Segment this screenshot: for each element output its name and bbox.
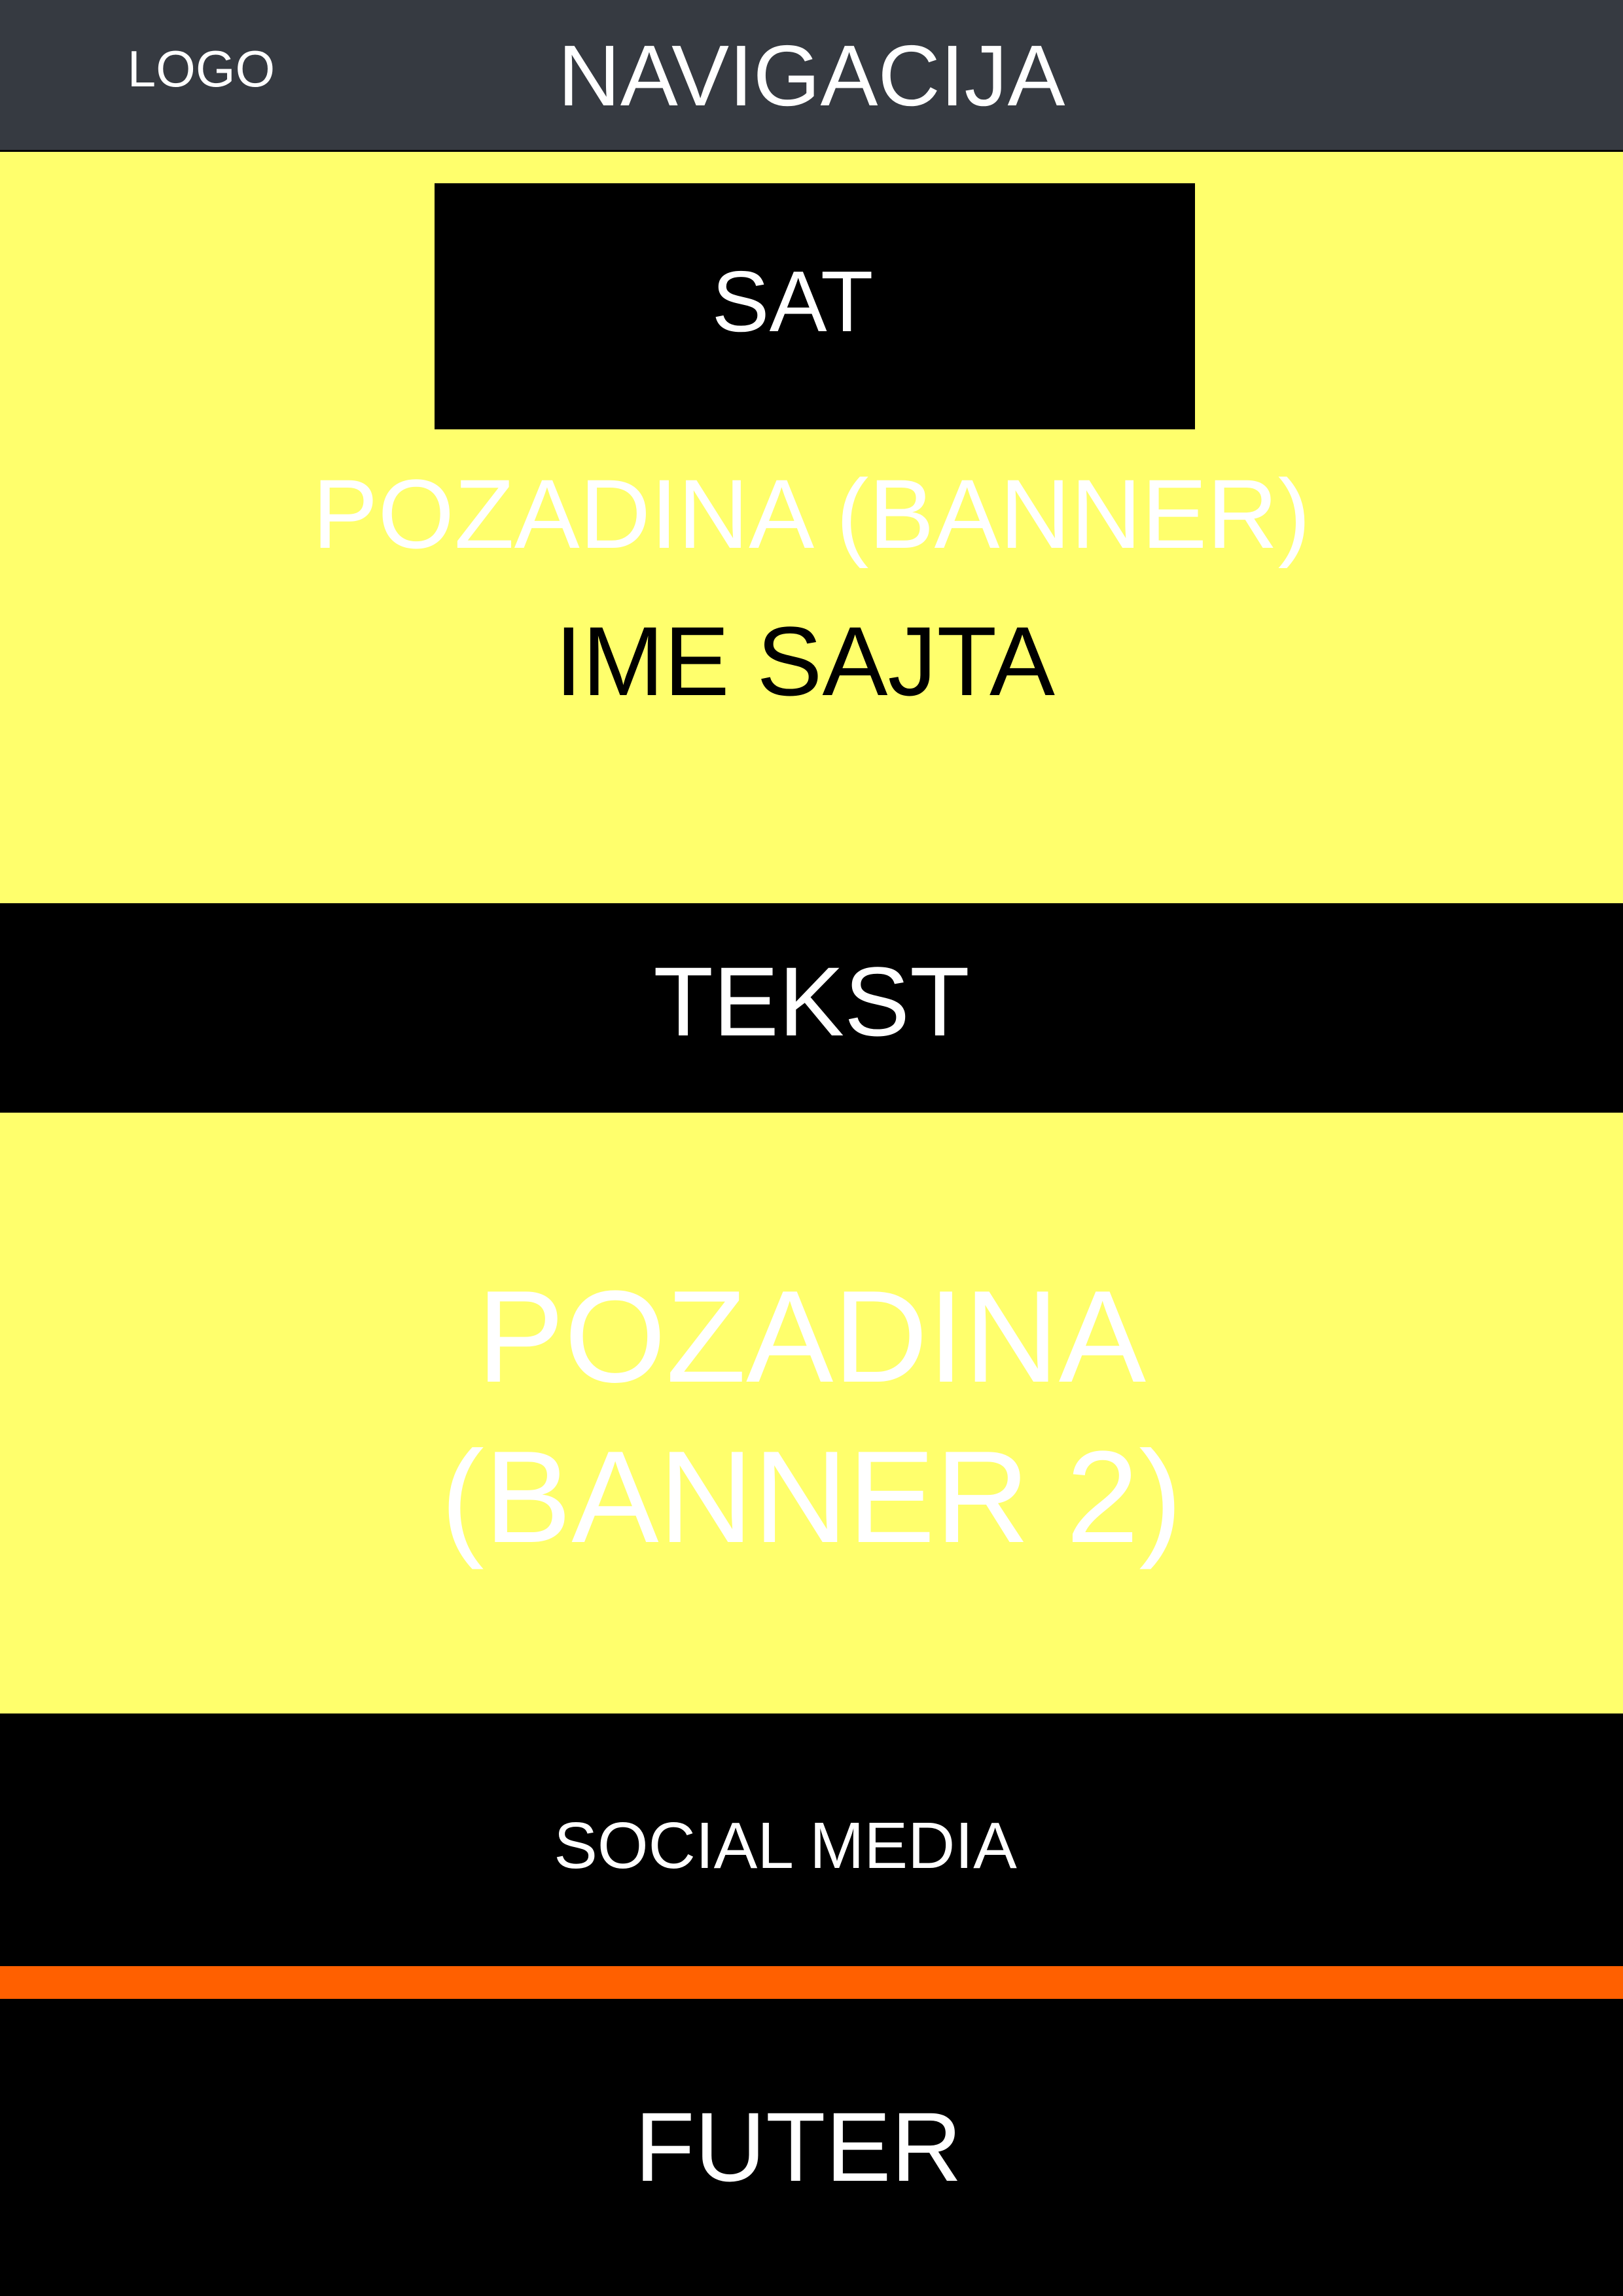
- site-name: IME SAJTA: [555, 605, 1055, 716]
- clock-label: SAT: [711, 253, 874, 350]
- banner2-label-line2: (BANNER 2): [440, 1424, 1183, 1570]
- orange-divider: [0, 1966, 1623, 1999]
- logo-label: LOGO: [127, 39, 276, 98]
- banner-label: POZADINA (BANNER): [312, 458, 1311, 569]
- banner2-label-line1: POZADINA: [476, 1263, 1147, 1410]
- navigation-label: NAVIGACIJA: [558, 27, 1065, 124]
- text-section-label: TEKST: [653, 946, 970, 1056]
- footer-label: FUTER: [635, 2091, 962, 2202]
- banner2-section: [0, 1113, 1623, 1713]
- social-media-label: SOCIAL MEDIA: [554, 1808, 1017, 1882]
